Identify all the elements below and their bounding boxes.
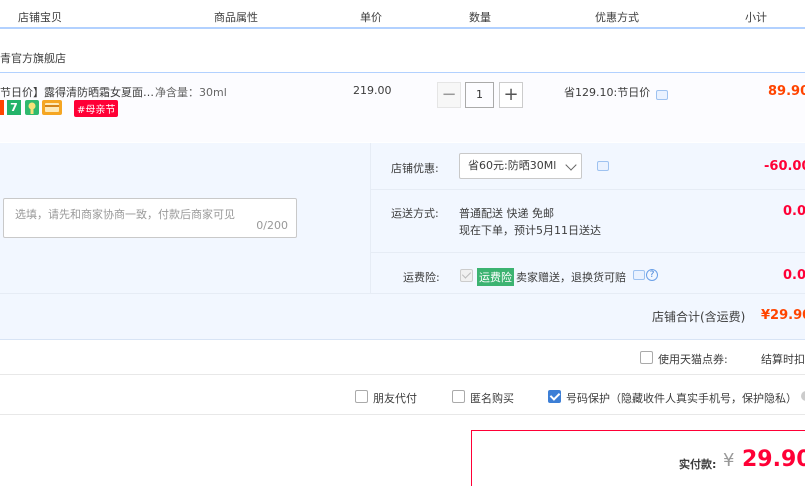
shipping-label: 运送方式: (391, 207, 439, 220)
payment-currency: ¥ (723, 450, 735, 471)
item-discount-text: 省129.10:节日价 (564, 86, 651, 99)
seller-message-counter: 0/200 (256, 219, 288, 232)
number-protect-label: 号码保护（隐藏收件人真实手机号，保护隐私） (566, 392, 797, 405)
help-icon[interactable]: ? (646, 269, 658, 281)
info-icon[interactable] (801, 391, 805, 401)
section-divider (0, 414, 805, 415)
shop-total-label: 店铺合计(含运费) (652, 310, 746, 324)
insurance-label: 运费险: (403, 271, 440, 284)
column-header-quantity: 数量 (469, 11, 491, 24)
shop-name-link[interactable]: 青官方旗舰店 (0, 50, 66, 66)
shop-discount-amount: -60.00 (764, 159, 805, 174)
credit-card-icon-glyph (45, 103, 59, 112)
friend-pay-checkbox[interactable] (355, 390, 368, 403)
coupon-label: 使用天猫点券: (658, 353, 728, 366)
anonymous-label: 匿名购买 (470, 392, 514, 405)
payment-label: 实付款: (679, 458, 717, 471)
shop-discount-label: 店铺优惠: (391, 162, 439, 175)
shop-total-value: ¥29.90 (761, 308, 805, 323)
shipping-amount: 0.00 (783, 204, 805, 219)
service-badge-icon (0, 100, 4, 115)
seller-message-placeholder: 选填，请先和商家协商一致，付款后商家可见 (15, 208, 235, 221)
shop-discount-select-value: 省60元:防晒30Ml (468, 159, 557, 172)
item-title-link[interactable]: 节日价】露得清防晒霜女夏面… (0, 84, 154, 100)
mothers-day-tag: #母亲节 (74, 100, 119, 117)
quantity-input[interactable]: 1 (465, 82, 494, 108)
friend-pay-label: 朋友代付 (373, 392, 417, 405)
seller-message-input[interactable]: 选填，请先和商家协商一致，付款后商家可见 0/200 (3, 198, 297, 238)
shipping-eta: 现在下单，预计5月11日送达 (459, 224, 601, 237)
guarantee-icon (25, 100, 39, 115)
cart-item-row (0, 72, 805, 142)
payment-summary-box: 实付款: ¥ 29.90 (471, 430, 805, 486)
seven-day-return-icon: 7 (7, 100, 21, 115)
insurance-checkbox[interactable] (460, 269, 473, 282)
shipping-method: 普通配送 快递 免邮 (459, 207, 554, 220)
section-divider (0, 374, 805, 375)
column-header-attribute: 商品属性 (214, 11, 258, 24)
insurance-text: 卖家赠送，退换货可赔 (516, 271, 626, 284)
quantity-stepper: − 1 + (437, 82, 523, 108)
panel-row-divider (370, 189, 805, 190)
panel-row-divider (370, 252, 805, 253)
column-header-discount: 优惠方式 (595, 11, 639, 24)
anonymous-checkbox[interactable] (452, 390, 465, 403)
insurance-amount: 0.00 (783, 268, 805, 283)
panel-divider (370, 143, 371, 293)
quantity-decrease-button[interactable]: − (437, 82, 461, 108)
credit-card-icon (42, 100, 62, 115)
quantity-increase-button[interactable]: + (499, 82, 523, 108)
message-icon[interactable] (633, 270, 645, 280)
insurance-tag: 运费险 (477, 268, 514, 286)
shop-discount-select[interactable]: 省60元:防晒30Ml (459, 153, 582, 179)
message-icon[interactable] (656, 90, 668, 100)
column-header-row: 店铺宝贝 商品属性 单价 数量 优惠方式 小计 (0, 0, 805, 29)
item-subtotal: 89.90 (768, 84, 805, 99)
column-header-item: 店铺宝贝 (18, 11, 62, 24)
chevron-down-icon (565, 159, 577, 171)
item-attribute: 净含量：30ml (155, 86, 227, 99)
section-divider (0, 339, 805, 340)
panel-section-divider (0, 293, 805, 294)
guarantee-icon-glyph (28, 102, 36, 114)
column-header-subtotal: 小计 (745, 11, 767, 24)
item-unit-price: 219.00 (353, 84, 392, 97)
message-icon[interactable] (597, 161, 609, 171)
number-protect-checkbox[interactable] (548, 390, 561, 403)
coupon-settle-text: 结算时扣 (761, 353, 805, 366)
column-header-unit-price: 单价 (360, 11, 382, 24)
payment-amount: 29.90 (742, 447, 805, 472)
coupon-checkbox[interactable] (640, 351, 653, 364)
